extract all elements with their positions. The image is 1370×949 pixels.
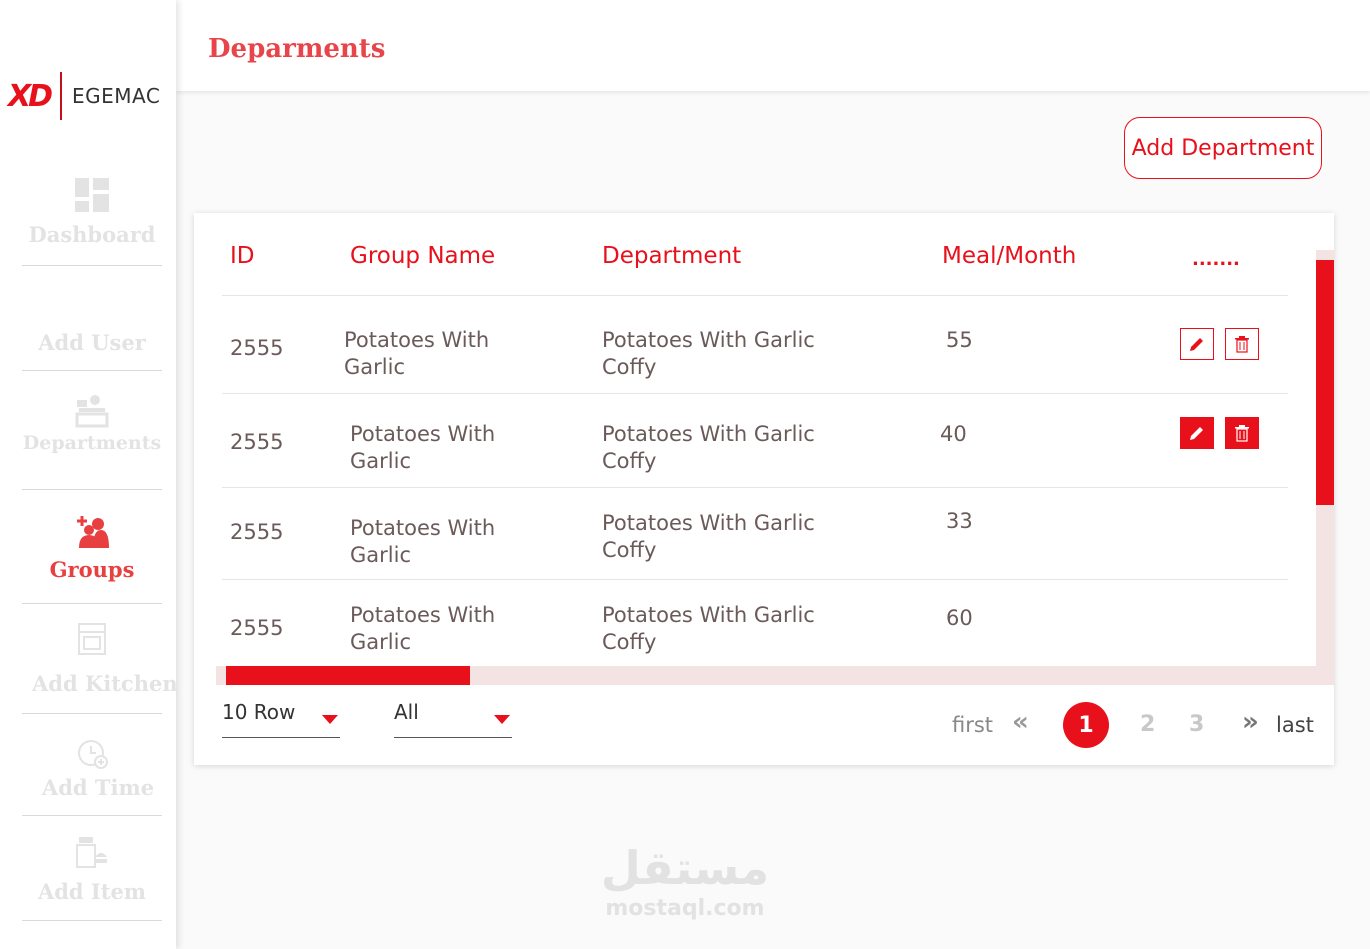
sidebar-item-add-kitchen[interactable]: Add Kitchen bbox=[22, 623, 178, 714]
watermark-arabic: مستقل bbox=[600, 841, 770, 895]
pagination-page-2[interactable]: 2 bbox=[1140, 712, 1155, 737]
edit-button[interactable] bbox=[1180, 328, 1214, 360]
food-item-icon bbox=[76, 837, 107, 868]
cell-department: Potatoes With Garlic Coffy bbox=[602, 421, 815, 475]
sidebar-item-label: Dashboard bbox=[28, 222, 156, 247]
delete-button[interactable] bbox=[1225, 328, 1259, 360]
row-divider bbox=[222, 487, 1288, 488]
watermark: مستقل mostaql.com bbox=[600, 840, 770, 922]
filter-value: All bbox=[394, 700, 419, 724]
cell-group-line1: Potatoes With bbox=[344, 328, 490, 352]
cell-id: 2555 bbox=[230, 616, 284, 640]
sidebar-item-label: Groups bbox=[49, 557, 135, 582]
pencil-icon bbox=[1190, 338, 1203, 351]
column-header-group-name: Group Name bbox=[350, 243, 496, 269]
vertical-scrollbar-thumb[interactable] bbox=[1316, 260, 1334, 505]
cell-dept-line1: Potatoes With Garlic bbox=[602, 511, 815, 535]
cell-id: 2555 bbox=[230, 430, 284, 454]
chevron-down-icon bbox=[322, 715, 338, 724]
cell-group-line2: Garlic bbox=[344, 355, 405, 379]
double-chevron-left-icon[interactable]: « bbox=[1012, 707, 1029, 737]
sidebar-item-label: Departments bbox=[22, 432, 162, 454]
sidebar-item-label: Add User bbox=[38, 330, 146, 355]
sidebar-item-groups[interactable]: Groups bbox=[22, 515, 162, 604]
sidebar-item-add-item[interactable]: Add Item bbox=[22, 835, 162, 921]
top-header: Deparments bbox=[176, 0, 1370, 91]
sidebar-item-add-time[interactable]: Add Time bbox=[22, 735, 162, 816]
cell-id: 2555 bbox=[230, 336, 284, 360]
departments-table-card: ID Group Name Department Meal/Month ....… bbox=[194, 213, 1334, 765]
horizontal-scrollbar-thumb[interactable] bbox=[226, 666, 470, 685]
pagination-last[interactable]: last bbox=[1276, 713, 1314, 737]
alarm-clock-icon bbox=[78, 740, 108, 769]
column-header-department: Department bbox=[602, 243, 742, 269]
add-department-button[interactable]: Add Department bbox=[1124, 117, 1322, 179]
cell-dept-line1: Potatoes With Garlic bbox=[602, 422, 815, 446]
cell-group-line1: Potatoes With bbox=[350, 422, 496, 446]
cell-dept-line2: Coffy bbox=[602, 355, 657, 379]
logo-divider bbox=[60, 72, 62, 120]
sidebar-item-add-user[interactable]: Add User bbox=[22, 330, 162, 371]
pagination-page-1[interactable]: 1 bbox=[1063, 702, 1109, 748]
cell-dept-line1: Potatoes With Garlic bbox=[602, 603, 815, 627]
pencil-icon bbox=[1190, 427, 1203, 440]
sidebar-item-dashboard[interactable]: Dashboard bbox=[22, 178, 162, 266]
cell-group-line2: Garlic bbox=[350, 449, 411, 473]
trash-icon bbox=[1235, 425, 1249, 442]
groups-icon bbox=[77, 516, 109, 548]
column-header-actions: ....... bbox=[1192, 249, 1240, 270]
column-header-meal-month: Meal/Month bbox=[942, 243, 1077, 269]
cell-department: Potatoes With Garlic Coffy bbox=[602, 602, 815, 656]
cell-group-name: Potatoes With Garlic bbox=[350, 421, 495, 475]
cell-group-name: Potatoes With Garlic bbox=[350, 602, 495, 656]
watermark-latin: mostaql.com bbox=[605, 896, 765, 921]
brand-logo[interactable]: XD EGEMAC bbox=[8, 70, 168, 122]
cell-department: Potatoes With Garlic Coffy bbox=[602, 327, 815, 381]
cell-group-line1: Potatoes With bbox=[350, 516, 496, 540]
sidebar-item-label: Add Item bbox=[37, 879, 147, 904]
pagination-page-3[interactable]: 3 bbox=[1189, 712, 1204, 737]
cell-department: Potatoes With Garlic Coffy bbox=[602, 510, 815, 564]
header-divider bbox=[222, 295, 1288, 296]
cell-group-line2: Garlic bbox=[350, 630, 411, 654]
row-divider bbox=[222, 393, 1288, 394]
rows-per-page-select[interactable]: 10 Row bbox=[222, 700, 340, 738]
dashboard-icon bbox=[75, 178, 109, 212]
filter-select[interactable]: All bbox=[394, 700, 512, 738]
logo-mark: XD bbox=[8, 78, 53, 114]
cell-meal-month: 33 bbox=[946, 509, 973, 533]
cell-dept-line2: Coffy bbox=[602, 630, 657, 654]
sidebar: XD EGEMAC Dashboard Add User Departments bbox=[0, 0, 178, 949]
cell-group-line1: Potatoes With bbox=[350, 603, 496, 627]
edit-button[interactable] bbox=[1180, 417, 1214, 449]
sidebar-item-label: Add Kitchen bbox=[32, 671, 178, 696]
logo-name: EGEMAC bbox=[72, 84, 161, 108]
row-divider bbox=[222, 579, 1288, 580]
cell-dept-line2: Coffy bbox=[602, 538, 657, 562]
cell-meal-month: 40 bbox=[940, 422, 967, 446]
cell-id: 2555 bbox=[230, 520, 284, 544]
cell-group-line2: Garlic bbox=[350, 543, 411, 567]
sidebar-item-label: Add Time bbox=[41, 775, 155, 800]
departments-icon bbox=[75, 395, 109, 428]
page-title: Deparments bbox=[208, 34, 386, 64]
pagination-first[interactable]: first bbox=[952, 713, 993, 737]
cell-meal-month: 60 bbox=[946, 606, 973, 630]
cell-meal-month: 55 bbox=[946, 328, 973, 352]
kitchen-icon bbox=[78, 623, 106, 655]
rows-per-page-value: 10 Row bbox=[222, 700, 296, 724]
chevron-down-icon bbox=[494, 715, 510, 724]
double-chevron-right-icon[interactable]: » bbox=[1242, 707, 1259, 737]
column-header-id: ID bbox=[230, 243, 255, 269]
cell-group-name: Potatoes With Garlic bbox=[350, 515, 495, 569]
cell-group-name: Potatoes With Garlic bbox=[344, 327, 489, 381]
delete-button[interactable] bbox=[1225, 417, 1259, 449]
sidebar-item-departments[interactable]: Departments bbox=[22, 394, 162, 490]
cell-dept-line2: Coffy bbox=[602, 449, 657, 473]
trash-icon bbox=[1235, 336, 1249, 353]
cell-dept-line1: Potatoes With Garlic bbox=[602, 328, 815, 352]
